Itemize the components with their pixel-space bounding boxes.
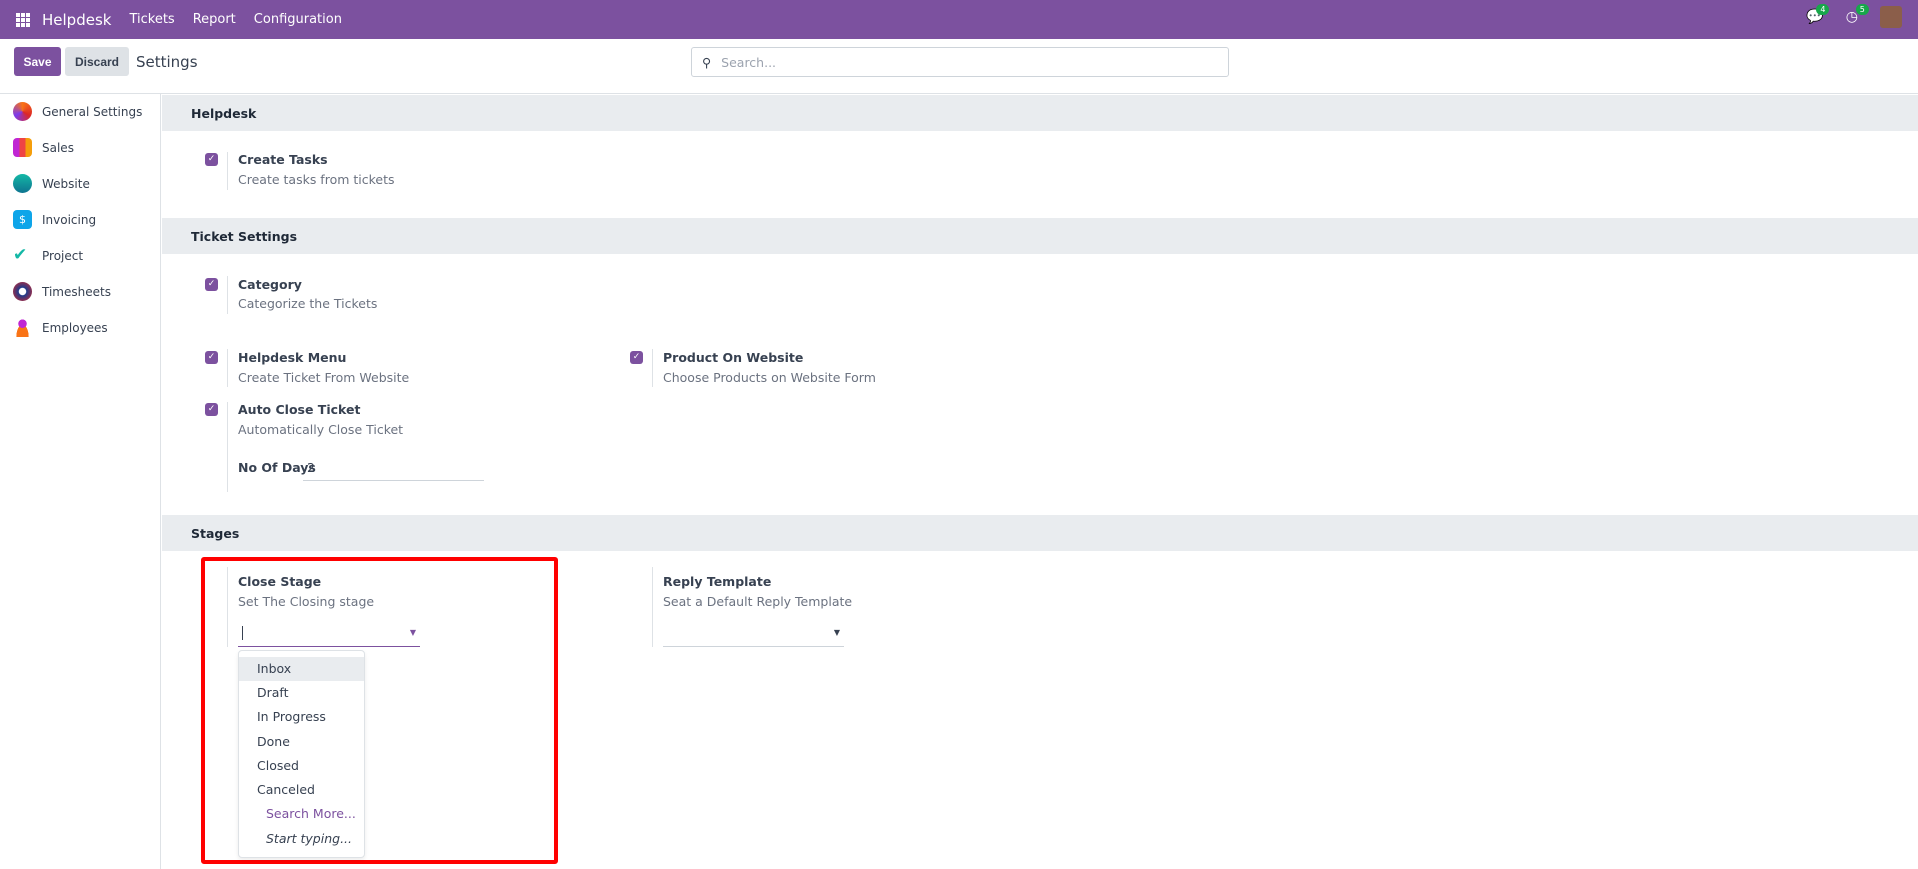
section-header-helpdesk: Helpdesk <box>162 95 1918 131</box>
sidebar-label: General Settings <box>42 104 143 119</box>
divider <box>652 349 653 387</box>
sidebar-item-website[interactable]: Website <box>13 174 90 193</box>
helpdesk-menu-label: Helpdesk Menu <box>238 350 347 365</box>
activities-badge: 5 <box>1855 4 1869 15</box>
product-on-website-checkbox[interactable]: ✓ <box>630 351 643 364</box>
sidebar-item-general-settings[interactable]: General Settings <box>13 102 142 121</box>
caret-down-icon[interactable]: ▼ <box>834 628 840 637</box>
app-brand[interactable]: Helpdesk <box>42 11 111 29</box>
messages-icon[interactable]: 💬 4 <box>1806 4 1830 25</box>
category-desc: Categorize the Tickets <box>238 296 378 311</box>
option-canceled[interactable]: Canceled <box>239 778 364 802</box>
divider <box>227 276 228 314</box>
search-icon: ⚲ <box>702 54 712 70</box>
sidebar-item-employees[interactable]: Employees <box>13 318 108 337</box>
website-icon <box>13 174 32 193</box>
divider <box>227 349 228 387</box>
search-more-link[interactable]: Search More... <box>239 802 364 826</box>
sidebar-label: Invoicing <box>42 212 97 227</box>
start-typing-hint: Start typing... <box>266 831 352 846</box>
option-inbox[interactable]: Inbox <box>239 657 364 681</box>
text-cursor <box>242 626 243 640</box>
reply-template-label: Reply Template <box>663 574 772 589</box>
category-label: Category <box>238 277 302 292</box>
sidebar-label: Website <box>42 176 90 191</box>
close-stage-label: Close Stage <box>238 574 322 589</box>
close-stage-select[interactable]: ▼ <box>238 622 420 647</box>
project-icon: ✔ <box>13 245 28 265</box>
option-closed[interactable]: Closed <box>239 754 364 778</box>
sidebar-label: Employees <box>42 320 108 335</box>
divider <box>227 152 228 190</box>
sales-icon <box>13 138 32 157</box>
discard-button[interactable]: Discard <box>65 47 129 76</box>
option-draft[interactable]: Draft <box>239 681 364 705</box>
sidebar-item-timesheets[interactable]: Timesheets <box>13 282 111 301</box>
save-button[interactable]: Save <box>14 47 61 76</box>
close-stage-desc: Set The Closing stage <box>238 594 375 609</box>
employees-icon <box>13 318 32 337</box>
search-input[interactable]: ⚲ Search... <box>691 47 1229 77</box>
search-placeholder: Search... <box>721 54 777 70</box>
sidebar-label: Project <box>42 248 84 263</box>
menu-tickets[interactable]: Tickets <box>129 12 174 27</box>
settings-main: Helpdesk ✓ Create Tasks Create tasks fro… <box>162 94 1918 869</box>
create-tasks-label: Create Tasks <box>238 152 328 167</box>
close-stage-dropdown: Inbox Draft In Progress Done Closed Canc… <box>238 650 365 858</box>
control-panel: Save Discard Settings ⚲ Search... <box>0 39 1918 94</box>
sidebar-label: Sales <box>42 140 74 155</box>
auto-close-checkbox[interactable]: ✓ <box>205 403 218 416</box>
sidebar-item-project[interactable]: ✔ Project <box>13 246 83 265</box>
sidebar-item-sales[interactable]: Sales <box>13 138 74 157</box>
messages-badge: 4 <box>1816 4 1830 15</box>
menu-configuration[interactable]: Configuration <box>254 12 342 27</box>
caret-down-icon[interactable]: ▼ <box>410 628 416 637</box>
product-on-website-label: Product On Website <box>663 350 804 365</box>
product-on-website-desc: Choose Products on Website Form <box>663 370 876 385</box>
sidebar-label: Timesheets <box>42 284 111 299</box>
option-in-progress[interactable]: In Progress <box>239 705 364 729</box>
menu-report[interactable]: Report <box>193 12 236 27</box>
divider <box>227 402 228 492</box>
auto-close-label: Auto Close Ticket <box>238 402 361 417</box>
settings-sidebar: General Settings Sales Website $ Invoicin… <box>0 94 161 869</box>
activities-icon[interactable]: ◷ 5 <box>1846 4 1869 25</box>
app-menu-icon[interactable] <box>16 12 30 27</box>
sidebar-item-invoicing[interactable]: $ Invoicing <box>13 210 96 229</box>
reply-template-desc: Seat a Default Reply Template <box>663 594 853 609</box>
invoicing-icon: $ <box>13 210 32 229</box>
section-header-stages: Stages <box>162 515 1918 551</box>
general-settings-icon <box>13 102 32 121</box>
divider <box>227 567 228 647</box>
timesheets-icon <box>13 282 32 301</box>
page-title: Settings <box>136 53 198 71</box>
top-navbar: Helpdesk Tickets Report Configuration 💬 4… <box>0 0 1918 39</box>
option-done[interactable]: Done <box>239 730 364 754</box>
avatar[interactable] <box>1880 6 1902 28</box>
helpdesk-menu-desc: Create Ticket From Website <box>238 370 410 385</box>
category-checkbox[interactable]: ✓ <box>205 278 218 291</box>
section-header-ticket-settings: Ticket Settings <box>162 218 1918 254</box>
create-tasks-desc: Create tasks from tickets <box>238 172 395 187</box>
create-tasks-checkbox[interactable]: ✓ <box>205 153 218 166</box>
helpdesk-menu-checkbox[interactable]: ✓ <box>205 351 218 364</box>
no-of-days-input[interactable]: 2 <box>303 457 484 481</box>
reply-template-select[interactable]: ▼ <box>663 622 844 647</box>
auto-close-desc: Automatically Close Ticket <box>238 422 404 437</box>
divider <box>652 567 653 647</box>
